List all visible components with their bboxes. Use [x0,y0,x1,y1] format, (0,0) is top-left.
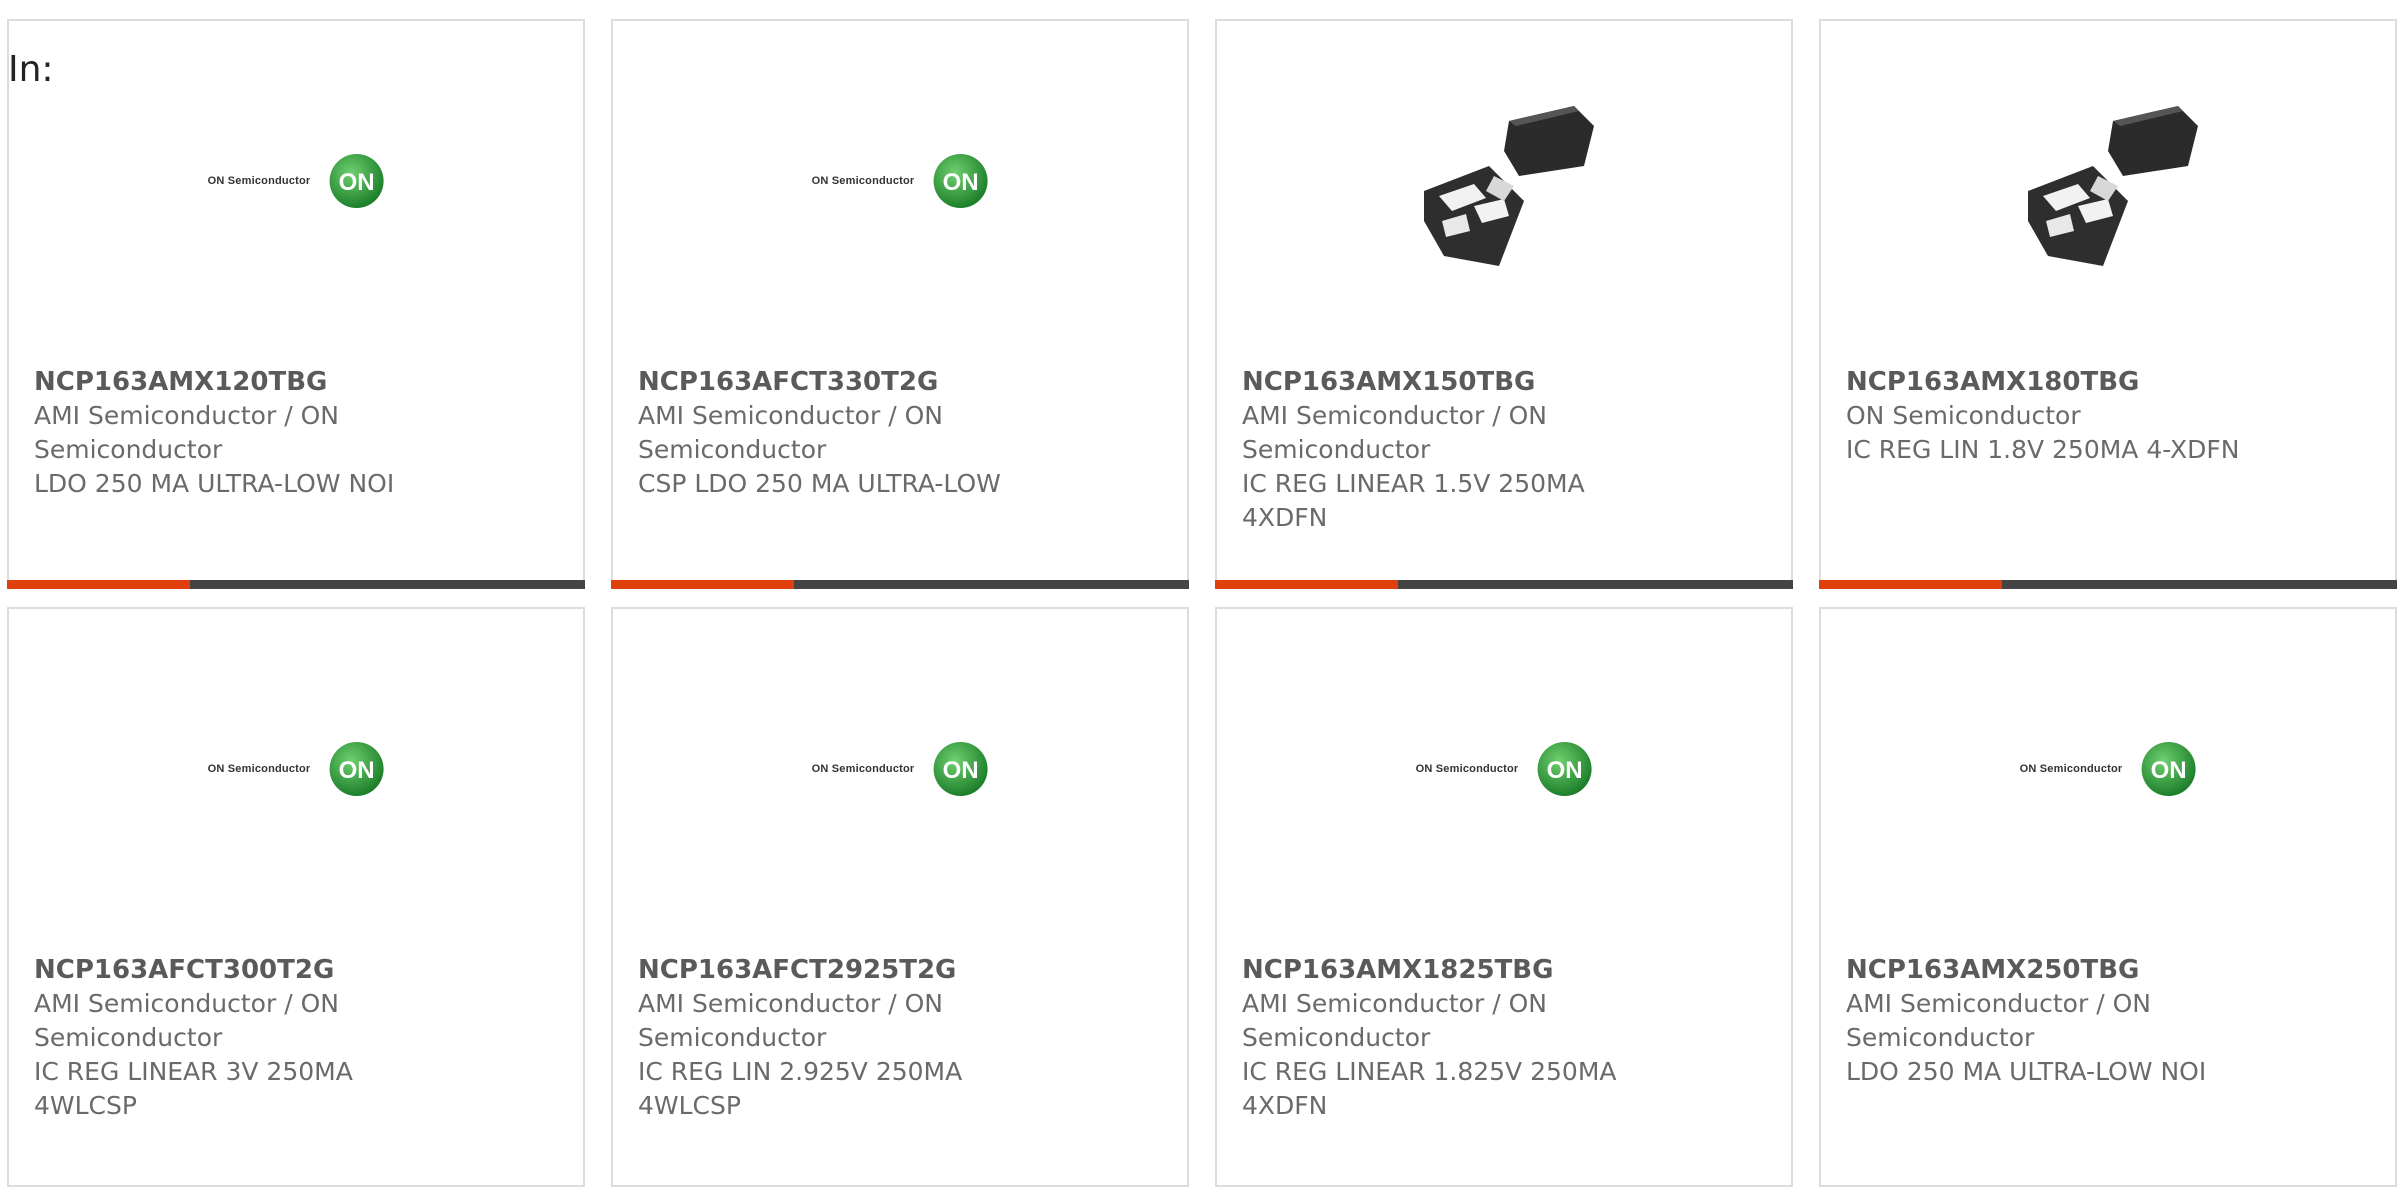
logo-text: ON Semiconductor [207,175,311,187]
description-line: IC REG LIN 2.925V 250MA [638,1057,963,1086]
product-card[interactable]: NCP163AMX150TBG AMI Semiconductor / ON S… [1215,19,1793,589]
product-description: AMI Semiconductor / ON Semiconductor IC … [1242,399,1662,535]
product-card[interactable]: ON Semiconductor ON NCP163AMX250TBG AMI … [1819,607,2397,1187]
on-badge-icon: ON [329,742,384,796]
manufacturer-line: Semiconductor [638,435,827,464]
on-badge-text: ON [942,169,978,196]
in-label: In: [8,49,54,90]
product-thumbnail[interactable]: ON Semiconductor ON [9,669,583,869]
product-thumbnail[interactable] [1217,81,1791,281]
card-accent-bar [7,580,190,589]
product-card[interactable]: ON Semiconductor ON NCP163AMX120TBG AMI … [7,19,585,589]
on-semiconductor-logo: ON Semiconductor ON [812,741,989,797]
part-number[interactable]: NCP163AMX1825TBG [1242,953,1553,987]
on-badge-text: ON [338,757,374,784]
card-accent-bar [1215,580,1398,589]
xdfn-chip-image [2028,106,2198,266]
product-description: ON Semiconductor IC REG LIN 1.8V 250MA 4… [1846,399,2266,467]
on-semiconductor-logo: ON Semiconductor ON [1416,741,1593,797]
product-thumbnail[interactable]: ON Semiconductor ON [613,669,1187,869]
logo-text: ON Semiconductor [1415,763,1519,775]
product-thumbnail[interactable]: ON Semiconductor ON [9,81,583,281]
on-semiconductor-logo: ON Semiconductor ON [812,153,989,209]
manufacturer-line: Semiconductor [34,435,223,464]
description-line: 4XDFN [1242,1091,1328,1120]
on-badge-text: ON [1546,757,1582,784]
product-description: AMI Semiconductor / ON Semiconductor LDO… [1846,987,2266,1089]
description-line: LDO 250 MA ULTRA-LOW NOI [1846,1057,2207,1086]
card-accent-bar [1819,580,2002,589]
on-badge-icon: ON [933,742,988,796]
manufacturer-line: AMI Semiconductor / ON [1242,989,1547,1018]
part-number[interactable]: NCP163AMX120TBG [34,365,327,399]
logo-text: ON Semiconductor [2019,763,2123,775]
product-description: AMI Semiconductor / ON Semiconductor IC … [1242,987,1662,1123]
on-badge-icon: ON [329,154,384,208]
manufacturer-line: ON Semiconductor [1846,401,2081,430]
on-semiconductor-logo: ON Semiconductor ON [208,153,385,209]
on-badge-text: ON [2150,757,2186,784]
card-bottom-bar [1819,580,2397,589]
manufacturer-line: Semiconductor [1846,1023,2035,1052]
description-line: CSP LDO 250 MA ULTRA-LOW [638,469,1001,498]
card-bottom-bar [1215,580,1793,589]
description-line: IC REG LIN 1.8V 250MA 4-XDFN [1846,435,2240,464]
part-number[interactable]: NCP163AMX250TBG [1846,953,2139,987]
product-thumbnail[interactable]: ON Semiconductor ON [1821,669,2395,869]
on-badge-icon: ON [933,154,988,208]
on-badge-icon: ON [2141,742,2196,796]
on-badge-icon: ON [1537,742,1592,796]
description-line: 4XDFN [1242,503,1328,532]
product-description: AMI Semiconductor / ON Semiconductor IC … [638,987,1058,1123]
manufacturer-line: Semiconductor [1242,1023,1431,1052]
product-card[interactable]: ON Semiconductor ON NCP163AFCT330T2G AMI… [611,19,1189,589]
description-line: 4WLCSP [34,1091,137,1120]
part-number[interactable]: NCP163AFCT2925T2G [638,953,956,987]
description-line: 4WLCSP [638,1091,741,1120]
manufacturer-line: Semiconductor [34,1023,223,1052]
manufacturer-line: AMI Semiconductor / ON [1242,401,1547,430]
card-bottom-bar [7,580,585,589]
manufacturer-line: Semiconductor [638,1023,827,1052]
description-line: IC REG LINEAR 3V 250MA [34,1057,353,1086]
product-card[interactable]: NCP163AMX180TBG ON Semiconductor IC REG … [1819,19,2397,589]
card-bottom-bar [611,580,1189,589]
logo-text: ON Semiconductor [811,763,915,775]
manufacturer-line: AMI Semiconductor / ON [638,401,943,430]
logo-text: ON Semiconductor [207,763,311,775]
logo-text: ON Semiconductor [811,175,915,187]
product-description: AMI Semiconductor / ON Semiconductor LDO… [34,399,454,501]
product-thumbnail[interactable]: ON Semiconductor ON [1217,669,1791,869]
manufacturer-line: AMI Semiconductor / ON [638,989,943,1018]
manufacturer-line: AMI Semiconductor / ON [34,401,339,430]
product-card[interactable]: ON Semiconductor ON NCP163AFCT300T2G AMI… [7,607,585,1187]
description-line: IC REG LINEAR 1.825V 250MA [1242,1057,1617,1086]
product-card[interactable]: ON Semiconductor ON NCP163AFCT2925T2G AM… [611,607,1189,1187]
product-card[interactable]: ON Semiconductor ON NCP163AMX1825TBG AMI… [1215,607,1793,1187]
on-badge-text: ON [942,757,978,784]
product-thumbnail[interactable]: ON Semiconductor ON [613,81,1187,281]
product-description: AMI Semiconductor / ON Semiconductor IC … [34,987,454,1123]
part-number[interactable]: NCP163AMX180TBG [1846,365,2139,399]
manufacturer-line: Semiconductor [1242,435,1431,464]
description-line: IC REG LINEAR 1.5V 250MA [1242,469,1585,498]
on-badge-text: ON [338,169,374,196]
product-thumbnail[interactable] [1821,81,2395,281]
manufacturer-line: AMI Semiconductor / ON [1846,989,2151,1018]
description-line: LDO 250 MA ULTRA-LOW NOI [34,469,395,498]
xdfn-chip-image [1424,106,1594,266]
on-semiconductor-logo: ON Semiconductor ON [208,741,385,797]
manufacturer-line: AMI Semiconductor / ON [34,989,339,1018]
product-description: AMI Semiconductor / ON Semiconductor CSP… [638,399,1058,501]
part-number[interactable]: NCP163AMX150TBG [1242,365,1535,399]
part-number[interactable]: NCP163AFCT300T2G [34,953,334,987]
part-number[interactable]: NCP163AFCT330T2G [638,365,938,399]
card-accent-bar [611,580,794,589]
on-semiconductor-logo: ON Semiconductor ON [2020,741,2197,797]
